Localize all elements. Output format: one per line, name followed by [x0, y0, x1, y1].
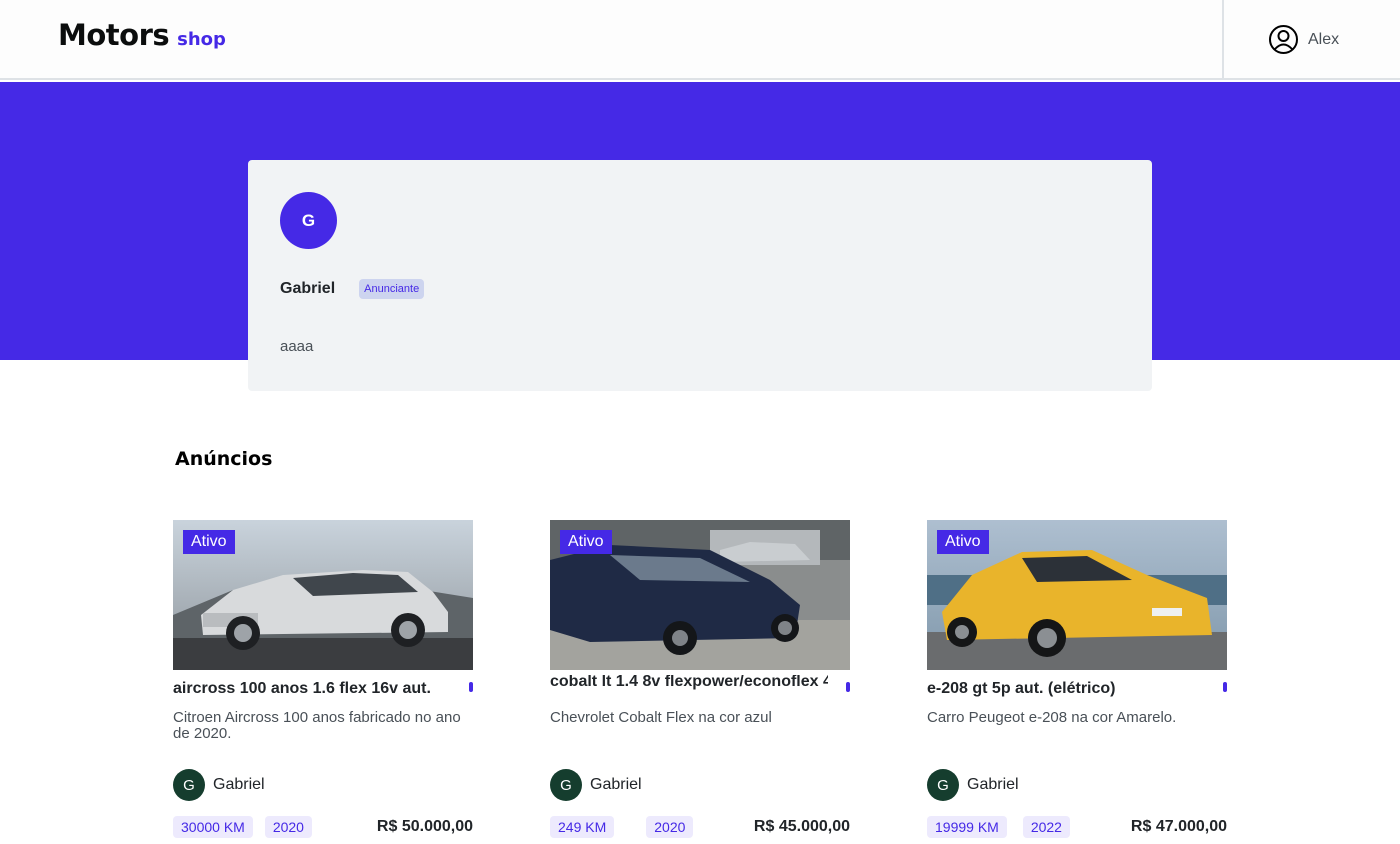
- seller-info[interactable]: G Gabriel: [927, 769, 1019, 801]
- card-tags: 30000 KM 2020 R$ 50.000,00: [173, 816, 473, 838]
- user-menu[interactable]: Alex: [1268, 24, 1339, 55]
- profile-name-row: Gabriel Anunciante: [280, 279, 425, 299]
- card-description: Chevrolet Cobalt Flex na cor azul: [550, 709, 772, 726]
- logo-main-text: Motors: [58, 18, 170, 52]
- seller-name: Gabriel: [967, 776, 1019, 793]
- year-tag: 2022: [1022, 816, 1070, 838]
- listing-card[interactable]: Ativo cobalt lt 1.4 8v flexpower/econofl…: [550, 520, 850, 844]
- listing-card[interactable]: Ativo e-208 gt 5p aut. (elétrico) Carro …: [927, 520, 1227, 844]
- card-title-row: aircross 100 anos 1.6 flex 16v aut.: [173, 680, 473, 698]
- seller-avatar: G: [550, 769, 582, 801]
- card-marker: [846, 682, 850, 692]
- profile-name: Gabriel: [280, 280, 336, 297]
- top-navbar: Motors shop Alex: [0, 0, 1400, 80]
- card-marker: [1223, 682, 1227, 692]
- profile-card: G Gabriel Anunciante aaaa: [248, 160, 1152, 391]
- role-badge: Anunciante: [359, 279, 425, 299]
- card-description: Citroen Aircross 100 anos fabricado no a…: [173, 709, 461, 742]
- seller-avatar: G: [927, 769, 959, 801]
- header-divider: [1222, 0, 1224, 80]
- km-tag: 19999 KM: [927, 816, 1007, 838]
- km-tag: 249 KM: [550, 816, 615, 838]
- user-name: Alex: [1308, 30, 1340, 48]
- status-badge: Ativo: [183, 530, 235, 554]
- card-tags: 249 KM 2020 R$ 45.000,00: [550, 816, 850, 838]
- listing-card[interactable]: Ativo aircross 100 anos 1.6 flex 16v aut…: [173, 520, 473, 844]
- listings-section-title: Anúncios: [175, 448, 273, 470]
- card-title: e-208 gt 5p aut. (elétrico): [927, 680, 1116, 697]
- price: R$ 47.000,00: [1130, 818, 1227, 835]
- year-tag: 2020: [264, 816, 312, 838]
- year-tag: 2020: [646, 816, 694, 838]
- price: R$ 45.000,00: [753, 818, 850, 835]
- card-marker: [469, 682, 473, 692]
- card-title: cobalt lt 1.4 8v flexpower/econoflex 4: [550, 675, 828, 690]
- card-title: aircross 100 anos 1.6 flex 16v aut.: [173, 680, 431, 697]
- user-circle-icon: [1268, 24, 1299, 55]
- status-badge: Ativo: [937, 530, 989, 554]
- seller-info[interactable]: G Gabriel: [173, 769, 265, 801]
- car-image[interactable]: Ativo: [550, 520, 850, 670]
- seller-info[interactable]: G Gabriel: [550, 769, 642, 801]
- car-image[interactable]: Ativo: [173, 520, 473, 670]
- seller-avatar: G: [173, 769, 205, 801]
- card-tags: 19999 KM 2022 R$ 47.000,00: [927, 816, 1227, 838]
- car-image[interactable]: Ativo: [927, 520, 1227, 670]
- status-badge: Ativo: [560, 530, 612, 554]
- logo-sub-text: shop: [177, 29, 226, 50]
- card-description: Carro Peugeot e-208 na cor Amarelo.: [927, 709, 1177, 726]
- card-title-row: e-208 gt 5p aut. (elétrico): [927, 680, 1227, 698]
- km-tag: 30000 KM: [173, 816, 253, 838]
- profile-description: aaaa: [280, 338, 314, 355]
- card-title-row: cobalt lt 1.4 8v flexpower/econoflex 4: [550, 675, 850, 692]
- seller-name: Gabriel: [213, 776, 265, 793]
- logo[interactable]: Motors shop: [58, 18, 226, 52]
- seller-name: Gabriel: [590, 776, 642, 793]
- profile-avatar: G: [280, 192, 337, 249]
- price: R$ 50.000,00: [376, 818, 473, 835]
